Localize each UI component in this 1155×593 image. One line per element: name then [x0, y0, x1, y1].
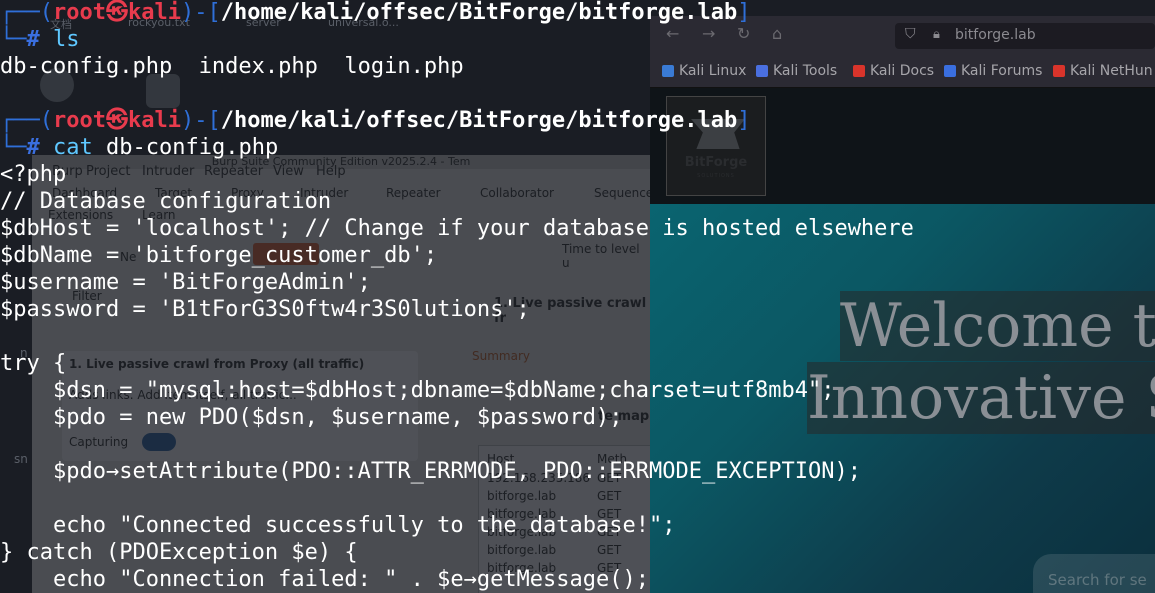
command-arg: db-config.php: [106, 135, 279, 160]
file-line: $dsn = "mysql:host=$dbHost;dbname=$dbNam…: [0, 378, 835, 403]
prompt-hash: #: [26, 27, 40, 52]
command-line[interactable]: └─# cat db-config.php: [0, 134, 278, 161]
file-line: $username = 'BitForgeAdmin';: [0, 270, 371, 295]
command-name: cat: [53, 135, 93, 160]
file-line: // Database configuration: [0, 189, 332, 214]
file-line: $password = 'B1tForG3S0ftw4r3S0lutions';: [0, 297, 530, 322]
command-text: ls: [53, 27, 80, 52]
prompt-hash: #: [26, 135, 40, 160]
terminal[interactable]: ┌──(root㉿kali)-[/home/kali/offsec/BitFor…: [0, 0, 1155, 593]
file-line: echo "Connected successfully to the data…: [0, 513, 676, 538]
file-line: $dbName = 'bitforge_customer_db';: [0, 243, 438, 268]
prompt-user: root: [52, 108, 106, 133]
prompt-host: kali: [127, 0, 181, 25]
file-line: } catch (PDOException $e) {: [0, 540, 358, 565]
file-line: $pdo = new PDO($dsn, $username, $passwor…: [0, 405, 623, 430]
file-line: try {: [0, 351, 67, 376]
file-line: <?php: [0, 162, 67, 187]
prompt-at: ㉿: [105, 108, 128, 133]
command-line[interactable]: └─# ls: [0, 26, 80, 53]
prompt-line: ┌──(root㉿kali)-[/home/kali/offsec/BitFor…: [0, 108, 751, 133]
prompt-at: ㉿: [105, 0, 128, 25]
prompt-cwd: /home/kali/offsec/BitForge/bitforge.lab: [220, 0, 738, 25]
ls-output: db-config.php index.php login.php: [0, 54, 464, 79]
file-line: echo "Connection failed: " . $e→getMessa…: [0, 567, 650, 592]
prompt-line: ┌──(root㉿kali)-[/home/kali/offsec/BitFor…: [0, 0, 751, 25]
prompt-cwd: /home/kali/offsec/BitForge/bitforge.lab: [220, 108, 738, 133]
prompt-user: root: [52, 0, 106, 25]
file-line: $pdo→setAttribute(PDO::ATTR_ERRMODE, PDO…: [0, 459, 861, 484]
file-line: $dbHost = 'localhost'; // Change if your…: [0, 216, 914, 241]
prompt-host: kali: [127, 108, 181, 133]
